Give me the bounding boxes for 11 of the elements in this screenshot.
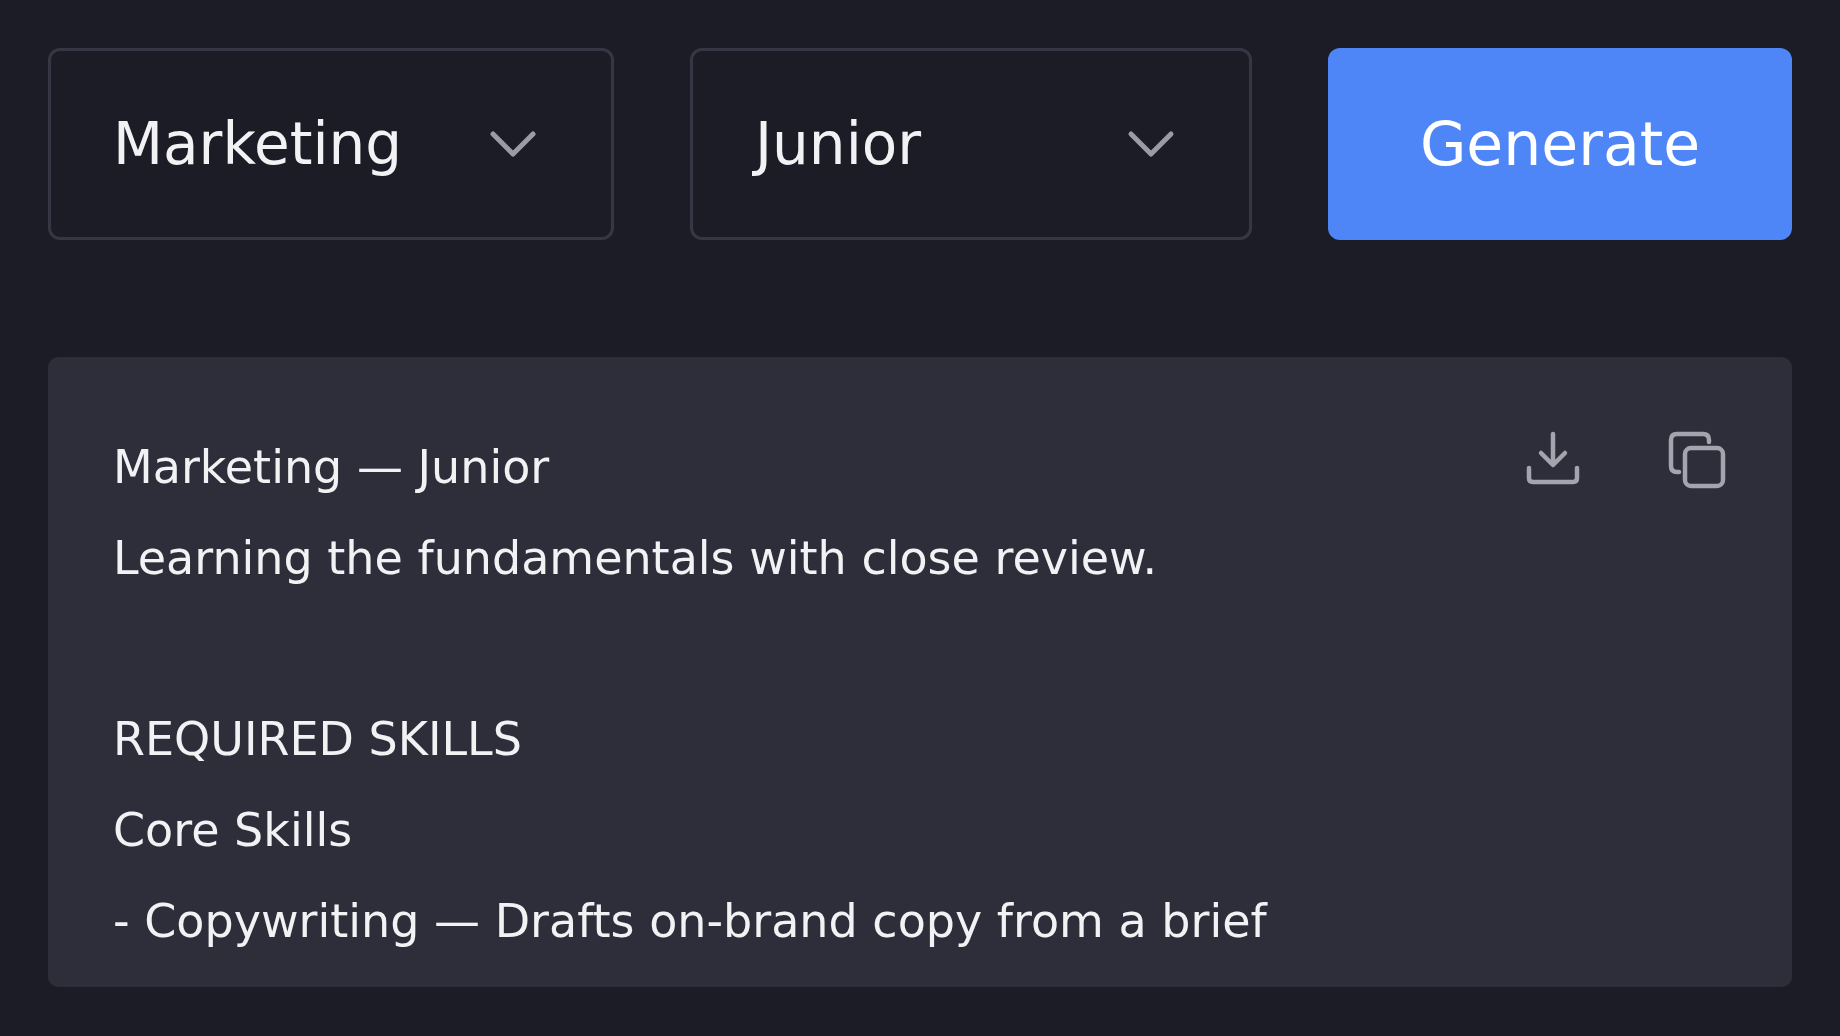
dropdown[interactable]: Marketing (48, 48, 614, 240)
output-line: Core Skills (113, 802, 354, 859)
chevron-down-icon (1127, 130, 1175, 158)
chevron-down-icon (489, 130, 537, 158)
download-icon[interactable] (1525, 430, 1581, 486)
output-line: - Copywriting — Drafts on-brand copy from a brief (113, 893, 1267, 950)
output-line: Marketing — Junior (113, 439, 551, 496)
dropdown[interactable]: Junior (690, 48, 1252, 240)
output-line: Learning the fundamentals with close review. (113, 530, 1159, 587)
copy-icon[interactable] (1667, 430, 1727, 490)
output-line: REQUIRED SKILLS (113, 711, 523, 768)
